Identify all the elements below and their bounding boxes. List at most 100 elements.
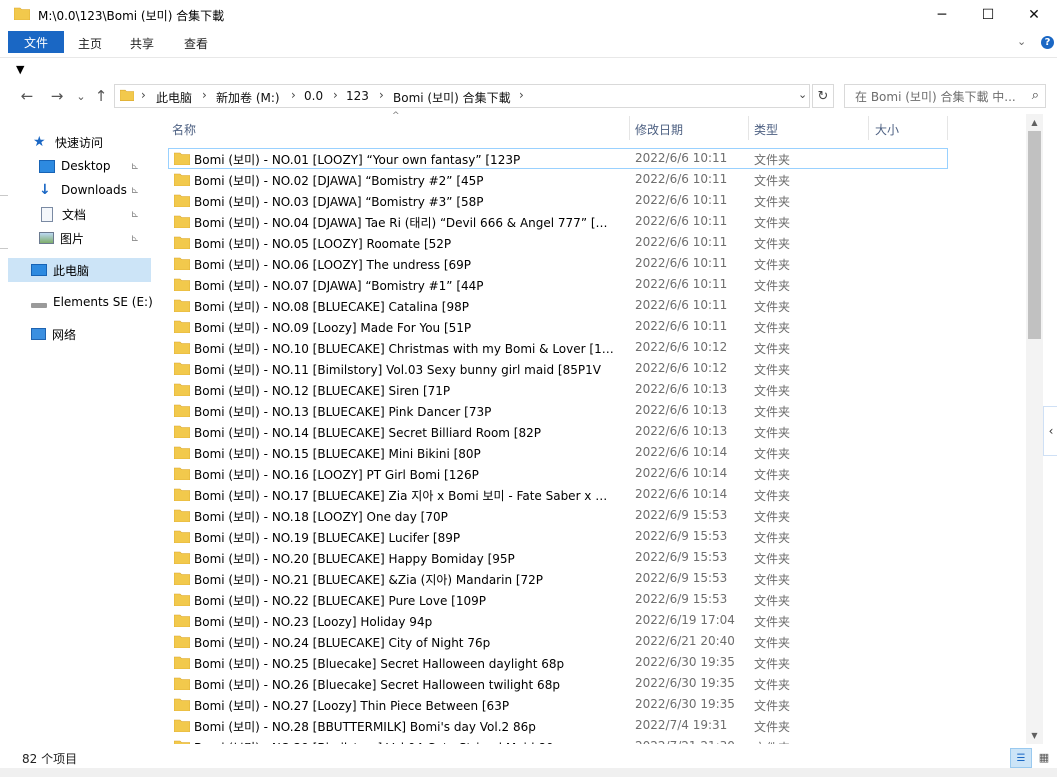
file-row[interactable]: Bomi (보미) - NO.07 [DJAWA] “Bomistry #1” … (168, 274, 948, 295)
file-date: 2022/6/6 10:14 (635, 445, 728, 459)
quick-access-toolbar-dropdown[interactable]: ▼ (16, 63, 24, 76)
breadcrumb-separator[interactable]: › (333, 88, 338, 102)
nav-item-this-pc[interactable]: 此电脑 (31, 259, 89, 281)
scrollbar-thumb[interactable] (1028, 131, 1041, 339)
breadcrumb-separator[interactable]: › (141, 88, 146, 102)
breadcrumb-folder-123[interactable]: 123 (346, 89, 369, 103)
tab-view[interactable]: 查看 (184, 35, 208, 52)
file-row[interactable]: Bomi (보미) - NO.25 [Bluecake] Secret Hall… (168, 652, 948, 673)
file-type: 文件夹 (754, 720, 791, 734)
breadcrumb-separator[interactable]: › (202, 88, 207, 102)
large-icons-view-button[interactable]: ▦ (1034, 748, 1054, 766)
pin-icon[interactable]: ⊾ (131, 209, 139, 220)
title-bar[interactable]: M:\0.0\123\Bomi (보미) 合集下載 ─ ☐ ✕ (0, 0, 1057, 30)
file-row[interactable]: Bomi (보미) - NO.13 [BLUECAKE] Pink Dancer… (168, 400, 948, 421)
breadcrumb-this-pc[interactable]: 此电脑 (156, 89, 192, 106)
pin-icon[interactable]: ⊾ (131, 161, 139, 172)
breadcrumb-separator[interactable]: › (379, 88, 384, 102)
close-button[interactable]: ✕ (1011, 0, 1057, 30)
address-history-dropdown-icon[interactable]: ⌄ (798, 88, 807, 101)
search-icon[interactable]: ⌕ (1032, 88, 1039, 103)
file-row[interactable]: Bomi (보미) - NO.24 [BLUECAKE] City of Nig… (168, 631, 948, 652)
file-row[interactable]: Bomi (보미) - NO.10 [BLUECAKE] Christmas w… (168, 337, 948, 358)
file-row[interactable]: Bomi (보미) - NO.05 [LOOZY] Roomate [52P 2… (168, 232, 948, 253)
column-divider[interactable] (868, 116, 869, 140)
maximize-button[interactable]: ☐ (965, 0, 1011, 30)
file-row[interactable]: Bomi (보미) - NO.03 [DJAWA] “Bomistry #3” … (168, 190, 948, 211)
up-button[interactable]: ↑ (91, 86, 111, 106)
nav-item-network[interactable]: 网络 (31, 323, 76, 345)
scroll-up-button[interactable]: ▲ (1026, 114, 1043, 131)
file-row[interactable]: Bomi (보미) - NO.21 [BLUECAKE] &Zia (지아) M… (168, 568, 948, 589)
file-row[interactable]: Bomi (보미) - NO.12 [BLUECAKE] Siren [71P … (168, 379, 948, 400)
column-header-type[interactable]: 类型 (754, 121, 778, 138)
sort-ascending-icon[interactable]: ^ (392, 111, 400, 121)
folder-icon (174, 173, 190, 186)
address-bar[interactable]: › 此电脑 › 新加卷 (M:) › 0.0 › 123 › Bomi (보미)… (114, 84, 810, 108)
minimize-button[interactable]: ─ (919, 0, 965, 30)
search-box[interactable]: ⌕ (844, 84, 1046, 108)
pin-icon[interactable]: ⊾ (131, 185, 139, 196)
file-row[interactable]: Bomi (보미) - NO.11 [Bimilstory] Vol.03 Se… (168, 358, 948, 379)
nav-item-documents[interactable]: 文档 ⊾ (39, 203, 151, 225)
refresh-button[interactable]: ↻ (812, 84, 834, 108)
breadcrumb-drive[interactable]: 新加卷 (M:) (216, 89, 280, 106)
column-header-name[interactable]: 名称 (172, 121, 196, 138)
file-row[interactable]: Bomi (보미) - NO.28 [BBUTTERMILK] Bomi's d… (168, 715, 948, 736)
column-divider[interactable] (748, 116, 749, 140)
breadcrumb-separator[interactable]: › (519, 88, 524, 102)
file-row[interactable]: Bomi (보미) - NO.04 [DJAWA] Tae Ri (태리) “D… (168, 211, 948, 232)
breadcrumb-current-folder[interactable]: Bomi (보미) 合集下載 (393, 89, 511, 106)
nav-quick-access[interactable]: ★ 快速访问 (33, 131, 103, 153)
forward-button[interactable]: → (47, 86, 67, 106)
file-row[interactable]: Bomi (보미) - NO.17 [BLUECAKE] Zia 지아 x Bo… (168, 484, 948, 505)
file-row[interactable]: Bomi (보미) - NO.22 [BLUECAKE] Pure Love [… (168, 589, 948, 610)
back-button[interactable]: ← (17, 86, 37, 106)
file-row[interactable]: Bomi (보미) - NO.23 [Loozy] Holiday 94p 20… (168, 610, 948, 631)
breadcrumb-folder-00[interactable]: 0.0 (304, 89, 323, 103)
file-row[interactable]: Bomi (보미) - NO.16 [LOOZY] PT Girl Bomi [… (168, 463, 948, 484)
file-row[interactable]: Bomi (보미) - NO.27 [Loozy] Thin Piece Bet… (168, 694, 948, 715)
file-row[interactable]: Bomi (보미) - NO.08 [BLUECAKE] Catalina [9… (168, 295, 948, 316)
file-row[interactable]: Bomi (보미) - NO.26 [Bluecake] Secret Hall… (168, 673, 948, 694)
expand-ribbon-icon[interactable]: ⌄ (1017, 35, 1026, 48)
breadcrumb-separator[interactable]: › (291, 88, 296, 102)
divider (0, 195, 8, 196)
file-row[interactable]: Bomi (보미) - NO.19 [BLUECAKE] Lucifer [89… (168, 526, 948, 547)
column-divider[interactable] (947, 116, 948, 140)
details-view-button[interactable]: ☰ (1010, 748, 1032, 768)
file-date: 2022/6/6 10:12 (635, 361, 728, 375)
folder-icon (14, 7, 30, 20)
file-row[interactable]: Bomi (보미) - NO.20 [BLUECAKE] Happy Bomid… (168, 547, 948, 568)
preview-pane-toggle[interactable]: ‹ (1043, 406, 1057, 456)
tab-home[interactable]: 主页 (78, 35, 102, 52)
file-row[interactable]: Bomi (보미) - NO.02 [DJAWA] “Bomistry #2” … (168, 169, 948, 190)
tab-share[interactable]: 共享 (130, 35, 154, 52)
star-icon: ★ (33, 134, 46, 150)
nav-item-downloads[interactable]: ↓ Downloads ⊾ (39, 179, 151, 201)
folder-icon (174, 215, 190, 228)
search-input[interactable] (853, 87, 1027, 107)
column-divider[interactable] (629, 116, 630, 140)
recent-locations-button[interactable]: ⌄ (71, 86, 91, 106)
file-type: 文件夹 (754, 447, 791, 461)
folder-icon (174, 320, 190, 333)
column-header-date[interactable]: 修改日期 (635, 121, 683, 138)
nav-item-drive-e[interactable]: Elements SE (E:) (31, 291, 153, 313)
nav-item-desktop[interactable]: Desktop ⊾ (39, 155, 151, 177)
file-row[interactable]: Bomi (보미) - NO.06 [LOOZY] The undress [6… (168, 253, 948, 274)
file-row[interactable]: Bomi (보미) - NO.09 [Loozy] Made For You [… (168, 316, 948, 337)
pin-icon[interactable]: ⊾ (131, 233, 139, 244)
folder-icon (174, 278, 190, 291)
file-row[interactable]: Bomi (보미) - NO.01 [LOOZY] “Your own fant… (168, 148, 948, 169)
file-row[interactable]: Bomi (보미) - NO.18 [LOOZY] One day [70P 2… (168, 505, 948, 526)
file-row[interactable]: Bomi (보미) - NO.29 [Bimilstory] Vol.04 Cu… (168, 736, 948, 744)
column-header-size[interactable]: 大小 (875, 121, 899, 138)
scroll-down-button[interactable]: ▼ (1026, 727, 1043, 744)
file-row[interactable]: Bomi (보미) - NO.14 [BLUECAKE] Secret Bill… (168, 421, 948, 442)
file-name: Bomi (보미) - NO.22 [BLUECAKE] Pure Love [… (194, 594, 486, 608)
help-icon[interactable]: ? (1041, 36, 1054, 49)
nav-item-pictures[interactable]: 图片 ⊾ (39, 227, 151, 249)
file-tab[interactable]: 文件 (8, 31, 64, 53)
file-row[interactable]: Bomi (보미) - NO.15 [BLUECAKE] Mini Bikini… (168, 442, 948, 463)
